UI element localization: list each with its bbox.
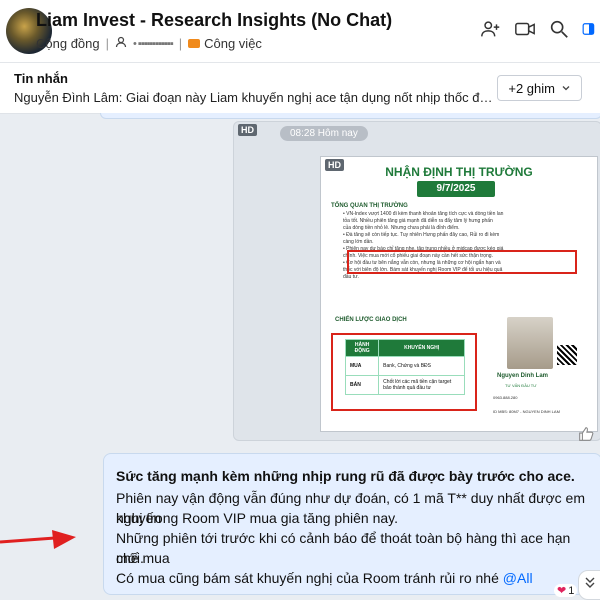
table-header: KHUYẾN NGHỊ [378,339,465,357]
reaction-count: 1 [568,584,575,597]
qr-code-image [557,345,577,365]
table-row: BÁN Chốt lời các mã tiền cận target bảo … [344,375,465,395]
report-title: NHẬN ĐỊNH THỊ TRƯỜNG [385,165,533,179]
more-pins-button[interactable]: +2 ghim [497,75,582,101]
pinned-text[interactable]: Nguyễn Đình Lâm: Giai đoạn này Liam khuy… [14,90,494,105]
reaction-badge[interactable]: ❤ 1 [554,584,578,597]
mention-all-link[interactable]: @All [503,570,533,586]
sidebar-toggle-icon[interactable] [582,18,596,45]
advisor-id: ID MBS: 80M7 - NGUYEN DINH LAM [493,409,560,414]
separator: | [105,36,110,51]
hd-badge: HD [238,124,257,136]
highlight-box [347,250,577,274]
strategy-table: HÀNH ĐỘNG KHUYẾN NGHỊ MUA Bank, Chứng và… [344,339,465,395]
message-line: Sức tăng mạnh kèm những nhịp rung rũ đã … [116,468,575,484]
message-line: nghị trong Room VIP mua gia tăng phiên n… [116,510,398,526]
double-chevron-down-icon [584,576,596,595]
message-line: mới. [116,550,144,566]
group-subtitle: Cộng đồng | • ▪▪▪▪▪▪▪▪▪▪▪▪ | Công việc [36,36,262,51]
category-tag[interactable]: Công việc [188,36,262,51]
member-icon[interactable] [115,36,127,51]
section-strategy: CHIẾN LƯỢC GIAO DỊCH [335,317,407,323]
more-pins-label: +2 ghim [508,80,555,96]
red-arrow-annotation [0,530,76,549]
group-title[interactable]: Liam Invest - Research Insights (No Chat… [36,10,392,31]
advisor-name: Nguyen Dinh Lam [497,373,549,379]
category-label: Công việc [204,36,262,51]
pinned-message-bar[interactable]: Tin nhắn Nguyễn Đình Lâm: Giai đoạn này … [0,63,600,114]
header-actions [480,18,596,45]
chevron-down-icon [561,81,571,96]
heart-icon: ❤ [557,585,567,597]
advisor-role: TƯ VẤN ĐẦU TƯ [505,383,537,388]
previous-message-bubble [100,113,600,119]
pinned-title: Tin nhắn [14,71,68,86]
community-label[interactable]: Cộng đồng [36,36,100,51]
message-line: Có mua cũng bám sát khuyến nghị của Room… [116,570,533,586]
tag-icon [188,39,201,48]
like-icon[interactable] [577,425,597,445]
text-message-bubble[interactable]: Sức tăng mạnh kèm những nhịp rung rũ đã … [103,453,600,595]
member-count-masked: • ▪▪▪▪▪▪▪▪▪▪▪▪ [133,37,174,50]
chat-header: Liam Invest - Research Insights (No Chat… [0,0,600,63]
message-time: 08:28 Hôm nay [280,126,368,141]
table-row: MUA Bank, Chứng và BĐS [344,356,465,376]
table-header: HÀNH ĐỘNG [344,339,380,357]
video-call-icon[interactable] [514,18,536,45]
report-image[interactable]: HD NHẬN ĐỊNH THỊ TRƯỜNG 9/7/2025 TỔNG QU… [320,156,598,432]
search-icon[interactable] [548,18,570,45]
report-date: 9/7/2025 [417,181,495,197]
advisor-photo [507,317,553,369]
separator: | [178,36,183,51]
advisor-phone: 0963.888.280 [493,395,518,400]
scroll-to-bottom-button[interactable] [578,570,600,600]
add-member-icon[interactable] [480,18,502,45]
section-overview: TỔNG QUAN THỊ TRƯỜNG [331,203,408,209]
